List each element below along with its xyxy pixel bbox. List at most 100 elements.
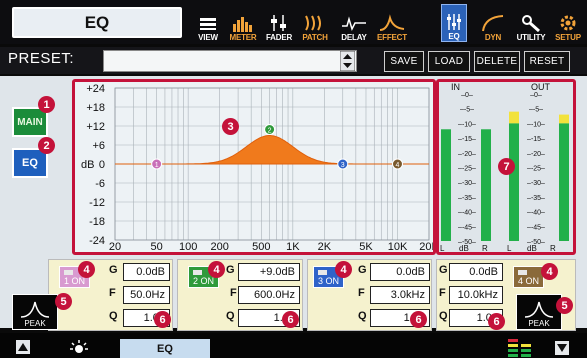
- dyn-icon: [482, 15, 504, 32]
- save-button[interactable]: SAVE: [384, 51, 424, 72]
- meter-in-l-label: L: [440, 244, 445, 252]
- tab-eq[interactable]: EQ: [441, 4, 467, 42]
- meter-in-scale-label: –-35–: [458, 195, 476, 202]
- band-1-f-label: F: [109, 287, 116, 299]
- band-2-freq-field[interactable]: 600.0Hz: [238, 286, 300, 304]
- eq-label: EQ: [22, 157, 38, 169]
- meter-in-header: IN: [451, 82, 460, 92]
- eq-graph-frame[interactable]: +24 +18 +12 +6 0 -6 -12 -18 -24 dB 20 50 100 200 500…: [72, 79, 439, 255]
- band-1-freq-field[interactable]: 50.0Hz: [123, 286, 170, 304]
- y-tick-label: -18: [89, 216, 105, 228]
- callout-badge-1: 1: [38, 96, 55, 113]
- tab-meter[interactable]: METER: [226, 4, 260, 42]
- meter-in-scale-label: –-15–: [458, 136, 476, 143]
- x-tick-label: 2K: [318, 241, 332, 252]
- tab-utility[interactable]: UTILITY: [512, 4, 550, 42]
- band-4-handle-label: 4: [396, 162, 400, 169]
- eq-graph[interactable]: +24 +18 +12 +6 0 -6 -12 -18 -24 dB 20 50 100 200 500…: [75, 82, 439, 253]
- meter-out-scale-label: –-40–: [527, 210, 545, 217]
- band-3-handle-label: 3: [341, 162, 345, 169]
- band-1-filter-type-button[interactable]: PEAK: [12, 294, 58, 330]
- view-icon: [200, 18, 216, 30]
- x-tick-label: 100: [179, 241, 197, 252]
- band-3-q-label: Q: [358, 310, 367, 322]
- callout-badge-3: 3: [222, 118, 239, 135]
- band-3-led: [318, 270, 327, 275]
- meter-out-scale-label: –-45–: [527, 224, 545, 231]
- band-1-handle-label: 1: [155, 162, 159, 169]
- band-1-led: [64, 270, 73, 275]
- preset-spinner-icon[interactable]: [340, 51, 355, 71]
- tab-setup[interactable]: SETUP: [551, 4, 585, 42]
- callout-badge-4d: 4: [541, 263, 558, 280]
- brightness-icon[interactable]: [68, 339, 90, 355]
- tab-delay[interactable]: DELAY: [336, 4, 372, 42]
- meter-out-scale-label: –-35–: [527, 195, 545, 202]
- band-4-on-button[interactable]: 4 ON: [513, 266, 544, 288]
- x-tick-label: 20K: [419, 241, 433, 252]
- band-2-handle-label: 2: [268, 128, 272, 135]
- meter-out-r-bar-yellow: [559, 114, 569, 124]
- band-1-q-label: Q: [109, 310, 118, 322]
- y-tick-label: +24: [86, 83, 105, 95]
- band-4-freq-field[interactable]: 10.0kHz: [449, 286, 503, 304]
- eq-sliders-icon: [447, 14, 461, 30]
- meter-in-scale-label: –0–: [461, 92, 473, 99]
- band-4-led: [518, 270, 527, 275]
- callout-badge-5b: 5: [556, 297, 573, 314]
- x-tick-label: 1K: [286, 241, 300, 252]
- load-button[interactable]: LOAD: [428, 51, 470, 72]
- band-1-gain-field[interactable]: 0.0dB: [123, 263, 170, 281]
- band-2-f-label: F: [230, 287, 237, 299]
- band-1-g-label: G: [109, 264, 118, 276]
- tab-effect[interactable]: EFFECT: [374, 4, 410, 42]
- band-3-g-label: G: [358, 264, 367, 276]
- tab-dyn[interactable]: DYN: [476, 4, 510, 42]
- y-tick-label: -6: [95, 178, 105, 190]
- y-tick-label: 0: [99, 159, 105, 171]
- patch-icon: [305, 15, 321, 31]
- callout-badge-5a: 5: [55, 293, 72, 310]
- tab-fader[interactable]: FADER: [264, 4, 294, 42]
- band-2-gain-field[interactable]: +9.0dB: [238, 263, 300, 281]
- delete-button[interactable]: DELETE: [474, 51, 520, 72]
- x-tick-label: 500: [252, 241, 270, 252]
- band-4-filter-type-button[interactable]: PEAK: [516, 294, 562, 330]
- band-2-g-label: G: [226, 264, 235, 276]
- meter-bars: [441, 111, 569, 241]
- meter-out-scale-label: –-10–: [527, 121, 545, 128]
- peak-shape-icon: [524, 301, 554, 318]
- meter-in-scale-label: –-30–: [458, 180, 476, 187]
- callout-badge-6a: 6: [154, 311, 171, 328]
- band-4-q-label: Q: [439, 310, 448, 322]
- tab-view[interactable]: VIEW: [195, 4, 221, 42]
- page-title: EQ: [12, 7, 182, 38]
- y-tick-label: -24: [89, 235, 105, 247]
- scroll-down-arrow-icon[interactable]: [555, 341, 569, 355]
- tab-patch[interactable]: PATCH: [298, 4, 332, 42]
- callout-badge-6b: 6: [282, 311, 299, 328]
- band-3-gain-field[interactable]: 0.0dB: [370, 263, 430, 281]
- scroll-up-arrow-icon[interactable]: [16, 340, 30, 354]
- meter-out-scale-label: –0–: [530, 92, 542, 99]
- meter-in-scale-label: –-20–: [458, 151, 476, 158]
- preset-label: PRESET:: [8, 50, 75, 67]
- meter-out-l-label: L: [507, 244, 512, 252]
- meter-out-scale-label: –-20–: [527, 151, 545, 158]
- wrench-icon: [522, 15, 540, 32]
- reset-button[interactable]: RESET: [524, 51, 570, 72]
- meter-out-scale-label: –-25–: [527, 166, 545, 173]
- band-4-gain-field[interactable]: 0.0dB: [449, 263, 503, 281]
- effect-icon: [379, 14, 405, 31]
- x-tick-label: 5K: [359, 241, 373, 252]
- meter-out-scale-label: –-5–: [529, 107, 543, 114]
- y-tick-label: -12: [89, 197, 105, 209]
- meter-out-db-label: dB: [527, 244, 537, 252]
- bottom-eq-tab[interactable]: EQ: [120, 339, 210, 358]
- band-3-freq-field[interactable]: 3.0kHz: [370, 286, 430, 304]
- x-tick-label: 20: [109, 241, 121, 252]
- meter-out-l-bar-yellow: [509, 111, 519, 124]
- preset-name-field[interactable]: [103, 50, 357, 72]
- graph-y-unit-label: dB: [81, 159, 94, 171]
- callout-badge-7: 7: [498, 158, 515, 175]
